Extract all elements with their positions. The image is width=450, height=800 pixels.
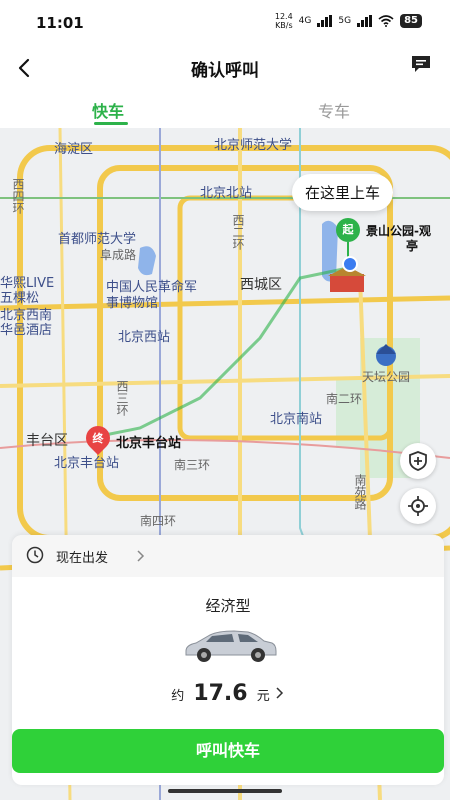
map-label-junbo: 中国人民革命军事博物馆: [106, 280, 198, 311]
price-row[interactable]: 约 17.6 元: [12, 681, 444, 706]
map-label-xierhuan: 西二环: [231, 214, 245, 250]
map-label-nanyuan: 南苑路: [353, 474, 367, 510]
status-time: 11:01: [36, 14, 84, 32]
map-label-bjnorth: 北京北站: [200, 186, 253, 201]
map-label-wukesong: 华熙LIVE五棵松: [0, 276, 55, 306]
car-image: [185, 630, 277, 662]
map-label-fucheng: 阜成路: [100, 248, 137, 262]
net-speed: 12.4 KB/s: [275, 12, 293, 30]
price-prefix: 约: [171, 689, 185, 704]
car-type-label: 经济型: [205, 597, 251, 615]
map-label-bjwest: 北京西站: [118, 330, 171, 345]
wifi-icon: [378, 15, 394, 27]
tiananmen-landmark-icon: [330, 274, 364, 292]
message-button[interactable]: [410, 54, 432, 74]
start-location-label: 景山公园-观 亭: [366, 224, 431, 254]
net-type-4g: 4G: [298, 16, 312, 26]
start-label-line2: 亭: [406, 239, 419, 253]
map-label-haidian: 海淀区: [54, 142, 94, 157]
status-bar: 11:01 12.4 KB/s 4G 5G 85: [0, 0, 450, 44]
map-label-xinan: 北京西南华邑酒店: [0, 308, 53, 338]
chevron-right-icon: [276, 687, 283, 699]
map-label-nanerhuan: 南二环: [326, 392, 363, 406]
end-location-label: 北京丰台站: [116, 436, 182, 451]
safety-button[interactable]: [400, 443, 436, 479]
map-label-bjsouth: 北京南站: [270, 412, 323, 427]
departure-time-row[interactable]: 现在出发: [12, 535, 444, 577]
start-pin: 起: [336, 218, 360, 242]
locate-icon: [408, 496, 428, 516]
map-label-xisi: 西四环: [11, 178, 25, 214]
map-label-xicheng: 西城区: [240, 277, 282, 293]
map-label-xisanhuan: 西三环: [115, 380, 129, 416]
signal-icon: [317, 15, 333, 27]
tab-zhuanche[interactable]: 专车: [318, 98, 350, 122]
end-pin-tag: 终: [92, 432, 104, 445]
chevron-right-icon: [137, 550, 145, 562]
call-ride-button[interactable]: 呼叫快车: [12, 729, 444, 773]
net-type-5g: 5G: [338, 16, 352, 26]
map-label-nansihuan: 南四环: [140, 514, 177, 528]
locate-button[interactable]: [400, 488, 436, 524]
order-panel: 现在出发 经济型 约 17.6 元 呼叫快车: [12, 535, 444, 785]
signal-icon-2: [357, 15, 373, 27]
price-unit: 元: [256, 689, 270, 704]
ride-type-tabs: 快车 专车: [0, 90, 450, 130]
status-indicators: 12.4 KB/s 4G 5G 85: [275, 12, 422, 30]
start-label-line1: 景山公园-观: [366, 224, 431, 238]
map-label-tiantan: 天坛公园: [362, 370, 411, 384]
price-amount: 17.6: [193, 681, 248, 706]
map-label-fengtai: 丰台区: [26, 433, 68, 449]
net-speed-value: 12.4: [274, 12, 293, 21]
map-label-bnu: 北京师范大学: [214, 138, 293, 153]
nav-bar: 确认呼叫: [0, 44, 450, 90]
battery-indicator: 85: [400, 14, 422, 28]
message-icon: [412, 56, 430, 72]
map-label-fengtaistation: 北京丰台站: [54, 456, 120, 471]
tab-kuaiche[interactable]: 快车: [92, 98, 124, 122]
chang-an-avenue: [0, 295, 450, 311]
current-location-dot: [342, 256, 358, 272]
yuyuantan-lake: [138, 246, 156, 276]
page-title: 确认呼叫: [191, 61, 259, 81]
clock-icon: [26, 546, 44, 564]
active-tab-indicator: [94, 122, 128, 125]
map-label-nansanhuan: 南三环: [174, 458, 211, 472]
departure-time-label: 现在出发: [56, 551, 109, 566]
home-indicator: [168, 789, 282, 793]
net-speed-unit: KB/s: [275, 21, 293, 30]
pickup-bubble[interactable]: 在这里上车: [292, 174, 394, 211]
shield-icon: [409, 451, 427, 471]
map-label-shoushi: 首都师范大学: [58, 232, 137, 247]
